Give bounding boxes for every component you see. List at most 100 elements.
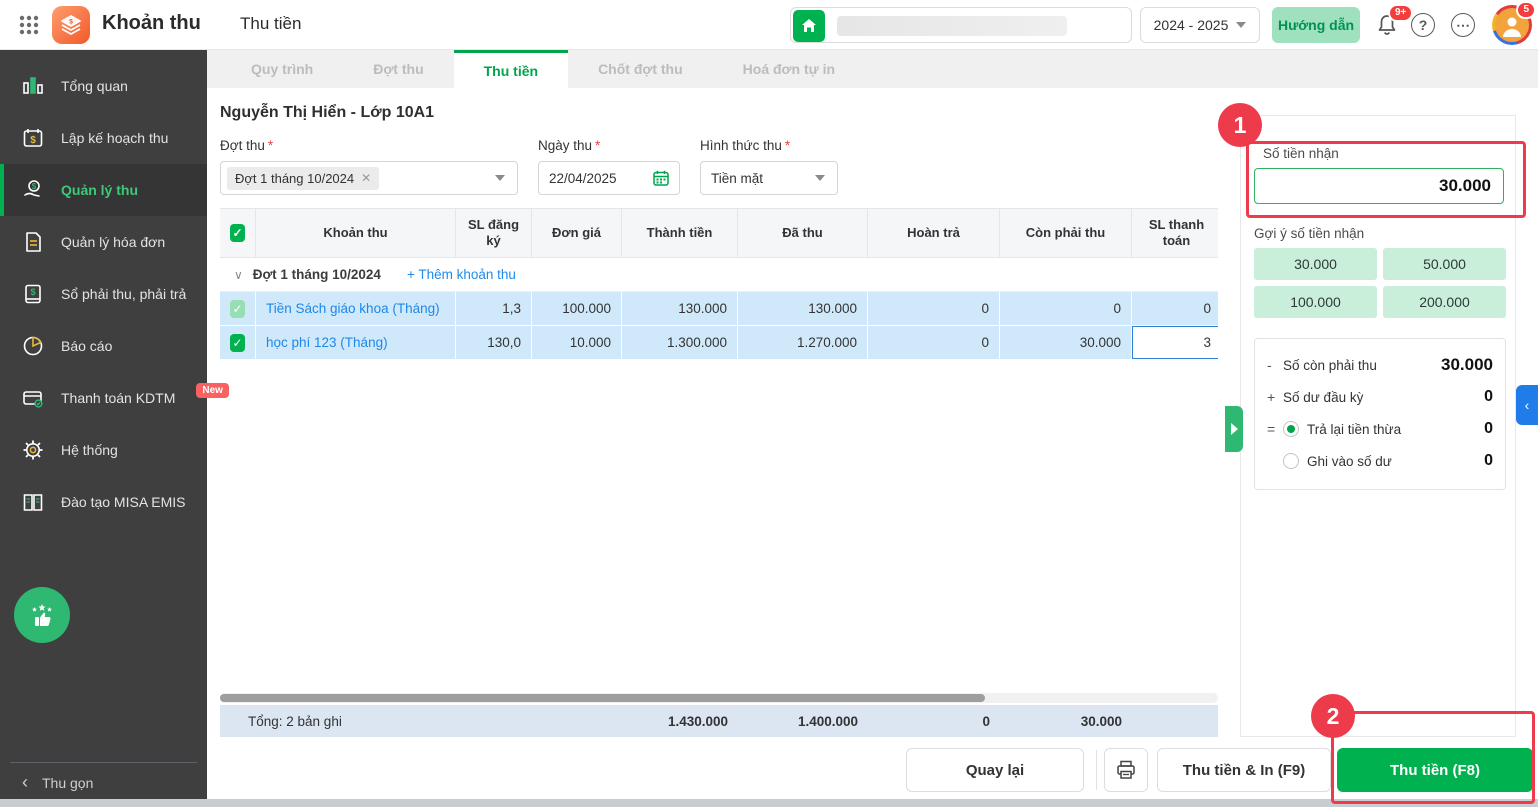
printer-icon bbox=[1117, 760, 1135, 779]
row-checkbox[interactable]: ✓ bbox=[230, 333, 245, 352]
sidebar-item-so-phai-thu-phai-tra[interactable]: $ Sổ phải thu, phải trả bbox=[0, 268, 207, 320]
chevron-left-icon: ‹ bbox=[22, 772, 28, 792]
tab-chot-dot-thu[interactable]: Chốt đợt thu bbox=[568, 50, 713, 88]
window-bottom-edge bbox=[0, 799, 1538, 807]
sidebar-item-bao-cao[interactable]: Báo cáo bbox=[0, 320, 207, 372]
feedback-thumbs-up-button[interactable] bbox=[14, 587, 70, 643]
page-title: Khoản thu bbox=[102, 12, 201, 34]
school-year-select[interactable]: 2024 - 2025 bbox=[1140, 7, 1260, 43]
suggestion-button[interactable]: 200.000 bbox=[1383, 286, 1506, 318]
cell-remain: 0 bbox=[1000, 292, 1132, 325]
guide-button[interactable]: Hướng dẫn bbox=[1272, 7, 1360, 43]
pie-chart-icon bbox=[20, 333, 46, 359]
sidebar-item-he-thong[interactable]: Hệ thống bbox=[0, 424, 207, 476]
notifications-button[interactable]: 9+ bbox=[1374, 4, 1414, 38]
user-avatar[interactable]: 5 bbox=[1492, 1, 1536, 45]
tab-bar: Quy trình Đợt thu Thu tiền Chốt đợt thu … bbox=[207, 50, 1538, 88]
collect-button[interactable]: Thu tiền (F8) bbox=[1337, 748, 1533, 792]
table-row[interactable]: ✓ Tiền Sách giáo khoa (Tháng) 1,3 100.00… bbox=[220, 292, 1218, 326]
summary-label: Số còn phải thu bbox=[1283, 357, 1377, 373]
pay-qty-edit-cell[interactable]: 3 bbox=[1132, 326, 1218, 359]
table-group-row: ∨ Đợt 1 tháng 10/2024 + Thêm khoản thu bbox=[220, 258, 1218, 292]
cell-qty: 130,0 bbox=[456, 326, 532, 359]
payment-card-icon bbox=[20, 385, 46, 411]
cell-pay-qty[interactable]: 0 bbox=[1132, 292, 1218, 325]
app-grid-icon[interactable] bbox=[18, 14, 40, 36]
home-icon[interactable] bbox=[793, 10, 825, 42]
open-book-icon bbox=[20, 489, 46, 515]
sidebar-item-dao-tao-misa-emis[interactable]: Đào tạo MISA EMIS bbox=[0, 476, 207, 528]
sidebar-item-lap-ke-hoach-thu[interactable]: $ Lập kế hoạch thu bbox=[0, 112, 207, 164]
col-sl-thanh-toan[interactable]: SL thanh toán bbox=[1132, 209, 1218, 257]
sidebar-item-label: Tổng quan bbox=[61, 78, 128, 94]
sidebar-item-label: Thanh toán KDTM bbox=[61, 390, 176, 406]
chevron-down-icon bbox=[815, 175, 825, 181]
summary-value: 0 bbox=[1484, 388, 1493, 405]
breadcrumb: Thu tiền bbox=[240, 14, 302, 33]
remove-tag-icon[interactable]: ✕ bbox=[361, 171, 371, 185]
sidebar-collapse-button[interactable]: ‹ Thu gọn bbox=[22, 772, 93, 793]
col-thanh-tien[interactable]: Thành tiền bbox=[622, 209, 738, 257]
new-badge: New bbox=[196, 382, 229, 398]
record-balance-radio[interactable] bbox=[1283, 453, 1299, 469]
col-don-gia[interactable]: Đơn giá bbox=[532, 209, 622, 257]
calendar-dollar-icon: $ bbox=[20, 125, 46, 151]
col-hoan-tra[interactable]: Hoàn trả bbox=[868, 209, 1000, 257]
sidebar-item-quan-ly-hoa-don[interactable]: Quản lý hóa đơn bbox=[0, 216, 207, 268]
scrollbar-thumb[interactable] bbox=[220, 694, 985, 702]
total-label: Tổng: 2 bản ghi bbox=[248, 713, 342, 729]
row-checkbox[interactable]: ✓ bbox=[230, 299, 245, 318]
collect-and-print-button[interactable]: Thu tiền & In (F9) bbox=[1157, 748, 1331, 792]
cell-refund: 0 bbox=[868, 326, 1000, 359]
select-all-checkbox[interactable]: ✓ bbox=[230, 224, 245, 242]
date-input[interactable]: 22/04/2025 bbox=[538, 161, 680, 195]
ledger-book-icon: $ bbox=[20, 281, 46, 307]
batch-select[interactable]: Đợt 1 tháng 10/2024 ✕ bbox=[220, 161, 518, 195]
fee-name-link[interactable]: Tiền Sách giáo khoa (Tháng) bbox=[266, 301, 440, 316]
horizontal-scrollbar[interactable] bbox=[220, 693, 1218, 703]
global-search-input[interactable] bbox=[790, 7, 1132, 43]
amount-received-input[interactable]: 30.000 bbox=[1254, 168, 1504, 204]
main-area: Quy trình Đợt thu Thu tiền Chốt đợt thu … bbox=[207, 50, 1538, 807]
tab-thu-tien[interactable]: Thu tiền bbox=[453, 50, 569, 88]
tab-dot-thu[interactable]: Đợt thu bbox=[343, 50, 453, 88]
suggestion-button[interactable]: 100.000 bbox=[1254, 286, 1377, 318]
collapse-panel-toggle[interactable]: ‹ bbox=[1516, 385, 1538, 425]
calendar-icon[interactable] bbox=[652, 169, 670, 187]
sidebar-item-label: Sổ phải thu, phải trả bbox=[61, 286, 187, 302]
suggestion-button[interactable]: 50.000 bbox=[1383, 248, 1506, 280]
cell-amount: 1.300.000 bbox=[622, 326, 738, 359]
back-button[interactable]: Quay lại bbox=[906, 748, 1084, 792]
col-khoan-thu[interactable]: Khoản thu bbox=[256, 209, 456, 257]
sidebar-item-quan-ly-thu[interactable]: $ Quản lý thu bbox=[0, 164, 207, 216]
khoan-thu-app-icon[interactable]: $ bbox=[52, 6, 90, 44]
summary-row-remaining: - Số còn phải thu 30.000 bbox=[1267, 355, 1493, 374]
sidebar: Tổng quan $ Lập kế hoạch thu $ Quản lý t… bbox=[0, 50, 229, 807]
return-change-radio[interactable] bbox=[1283, 421, 1299, 437]
svg-text:$: $ bbox=[30, 287, 35, 297]
chevron-down-icon[interactable]: ∨ bbox=[234, 268, 243, 282]
suggestion-button[interactable]: 30.000 bbox=[1254, 248, 1377, 280]
summary-value: 0 bbox=[1484, 452, 1493, 469]
print-button[interactable] bbox=[1104, 748, 1148, 792]
sidebar-item-thanh-toan-kdtm[interactable]: Thanh toán KDTM New bbox=[0, 372, 229, 424]
col-da-thu[interactable]: Đã thu bbox=[738, 209, 868, 257]
method-select[interactable]: Tiền mặt bbox=[700, 161, 838, 195]
tab-hoa-don-tu-in[interactable]: Hoá đơn tự in bbox=[713, 50, 865, 88]
add-fee-link[interactable]: + Thêm khoản thu bbox=[407, 267, 516, 282]
bar-chart-icon bbox=[20, 73, 46, 99]
total-refund: 0 bbox=[982, 713, 990, 729]
col-con-phai-thu[interactable]: Còn phải thu bbox=[1000, 209, 1132, 257]
table-row[interactable]: ✓ học phí 123 (Tháng) 130,0 10.000 1.300… bbox=[220, 326, 1218, 360]
col-sl-dang-ky[interactable]: SL đăng ký bbox=[456, 209, 532, 257]
help-button[interactable]: ? bbox=[1410, 12, 1436, 38]
fee-name-link[interactable]: học phí 123 (Tháng) bbox=[266, 335, 388, 350]
sidebar-item-tong-quan[interactable]: Tổng quan bbox=[0, 60, 207, 112]
batch-tag-label: Đợt 1 tháng 10/2024 bbox=[235, 170, 355, 186]
tab-quy-trinh[interactable]: Quy trình bbox=[221, 50, 343, 88]
expand-panel-toggle[interactable] bbox=[1225, 406, 1243, 452]
more-options-button[interactable]: ⋯ bbox=[1450, 12, 1476, 38]
total-remain: 30.000 bbox=[1080, 713, 1122, 729]
svg-text:$: $ bbox=[69, 19, 73, 26]
cell-paid: 130.000 bbox=[738, 292, 868, 325]
